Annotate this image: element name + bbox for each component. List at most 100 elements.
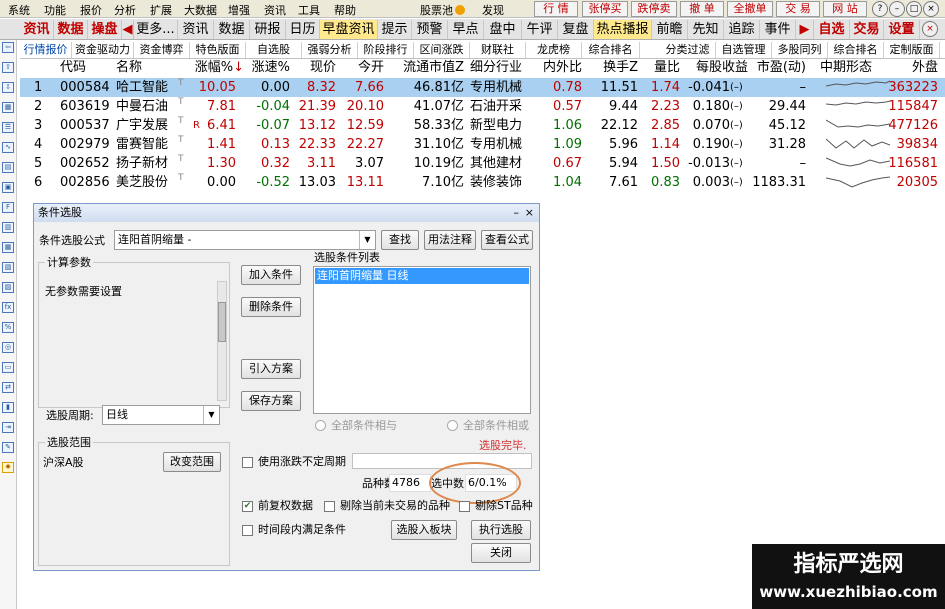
- nav-research[interactable]: 研报: [250, 20, 286, 39]
- table-row[interactable]: 5 002652 扬子新材 1.30 0.32 3.11 3.07 10.19亿 其他建材 0.6…: [20, 154, 945, 173]
- table-row[interactable]: 3 000537 广宇发展 6.41 -0.07 13.12 12.59 58.33亿 新型电力…: [20, 116, 945, 135]
- import-plan-button[interactable]: 引入方案: [241, 359, 301, 379]
- subtab-rank-2[interactable]: 综合排名: [828, 42, 884, 58]
- exchange-icon[interactable]: ⇄: [2, 382, 14, 393]
- filter-icon[interactable]: ▧: [2, 262, 14, 273]
- subtab-watchlist[interactable]: 自选股: [246, 42, 302, 58]
- menu-system[interactable]: 系统: [8, 2, 30, 18]
- table-row[interactable]: 1 000584 哈工智能 10.05 0.00 8.32 7.66 46.81亿 专用机械 0.…: [20, 78, 945, 97]
- add-condition-button[interactable]: 加入条件: [241, 265, 301, 285]
- period-dropdown-icon[interactable]: ▼: [203, 406, 219, 424]
- down-arrow-icon[interactable]: ⇩: [2, 82, 14, 93]
- chart-icon[interactable]: ∿: [2, 142, 14, 153]
- nav-tracking[interactable]: 追踪: [724, 20, 760, 39]
- menu-quote[interactable]: 报价: [80, 2, 102, 18]
- menu-help[interactable]: 帮助: [334, 2, 356, 18]
- subtab-cls[interactable]: 财联社: [470, 42, 526, 58]
- nav-noon-review[interactable]: 午评: [522, 20, 558, 39]
- interval-checkbox[interactable]: [242, 525, 253, 536]
- minimize-icon[interactable]: –: [889, 1, 905, 17]
- nav-prophet[interactable]: 先知: [688, 20, 724, 39]
- period-select[interactable]: 日线 ▼: [102, 405, 220, 425]
- formula-icon[interactable]: fx: [2, 302, 14, 313]
- nav-hot-broadcast[interactable]: 热点播报: [594, 20, 652, 39]
- nav-events[interactable]: 事件: [760, 20, 796, 39]
- cancel-order-button[interactable]: 撤 单: [680, 1, 724, 17]
- subtab-special-layout[interactable]: 特色版面: [190, 42, 246, 58]
- subtab-stage-rank[interactable]: 阶段排行: [358, 42, 414, 58]
- nav-tips[interactable]: 提示: [378, 20, 412, 39]
- dialog-titlebar[interactable]: 条件选股 – ×: [34, 204, 539, 222]
- nav-calendar[interactable]: 日历: [286, 20, 320, 39]
- nav-data[interactable]: 数据: [214, 20, 250, 39]
- quote-button[interactable]: 行 情: [534, 1, 578, 17]
- dialog-minimize-icon[interactable]: –: [514, 204, 520, 222]
- col-change-pct[interactable]: 涨幅%↓: [186, 58, 244, 77]
- subtab-watch-mgr[interactable]: 自选管理: [716, 42, 772, 58]
- menu-extend[interactable]: 扩展: [150, 2, 172, 18]
- menu-bigdata[interactable]: 大数据: [184, 2, 217, 18]
- params-scroll-thumb[interactable]: [218, 302, 226, 342]
- subtab-multi-stock[interactable]: 多股同列: [772, 42, 828, 58]
- nav-operate[interactable]: 操盘: [88, 20, 122, 39]
- discover-button[interactable]: 发现: [482, 2, 504, 18]
- nav-alert[interactable]: 预警: [412, 20, 448, 39]
- table-icon[interactable]: ▤: [2, 162, 14, 173]
- menu-info[interactable]: 资讯: [264, 2, 286, 18]
- website-button[interactable]: 网 站: [823, 1, 867, 17]
- limit-up-buy-button[interactable]: 张停买: [582, 1, 628, 17]
- prefq-checkbox[interactable]: ✔: [242, 501, 253, 512]
- subtab-dragon-tiger[interactable]: 龙虎榜: [526, 42, 582, 58]
- col-float-mcap[interactable]: 流通市值Z: [384, 58, 464, 77]
- subtab-range-change[interactable]: 区间涨跌: [414, 42, 470, 58]
- menu-enhance[interactable]: 增强: [228, 2, 250, 18]
- save-plan-button[interactable]: 保存方案: [241, 391, 301, 411]
- nav-outlook[interactable]: 前瞻: [652, 20, 688, 39]
- block-icon[interactable]: ▥: [2, 222, 14, 233]
- menu-analysis[interactable]: 分析: [114, 2, 136, 18]
- col-vol-ratio[interactable]: 量比: [638, 58, 680, 77]
- col-name[interactable]: 名称: [116, 58, 166, 77]
- nav-trade[interactable]: 交易: [850, 20, 884, 39]
- condition-list-item[interactable]: 连阳首阴缩量 日线: [315, 268, 529, 284]
- limit-down-sell-button[interactable]: 跌停卖: [631, 1, 677, 17]
- menu-tools[interactable]: 工具: [298, 2, 320, 18]
- usage-notes-button[interactable]: 用法注释: [424, 230, 476, 250]
- col-pe[interactable]: 市盈(动): [748, 58, 806, 77]
- nav-close-icon[interactable]: ×: [922, 21, 938, 37]
- help-icon[interactable]: ?: [872, 1, 888, 17]
- formula-dropdown-icon[interactable]: ▼: [359, 231, 375, 249]
- col-open[interactable]: 今开: [336, 58, 384, 77]
- grid-icon[interactable]: ▦: [2, 102, 14, 113]
- remove-st-checkbox[interactable]: [459, 501, 470, 512]
- run-screen-button[interactable]: 执行选股: [471, 520, 531, 540]
- cancel-all-button[interactable]: 全撤单: [727, 1, 773, 17]
- col-turnover[interactable]: 换手Z: [582, 58, 638, 77]
- nav-replay[interactable]: 复盘: [558, 20, 594, 39]
- col-inout-ratio[interactable]: 内外比: [534, 58, 582, 77]
- trade-button[interactable]: 交 易: [776, 1, 820, 17]
- nav-info[interactable]: 资讯: [178, 20, 214, 39]
- nav-info-red[interactable]: 资讯: [20, 20, 54, 39]
- col-eps[interactable]: 每股收益: [684, 58, 748, 77]
- nav-prev-arrow-icon[interactable]: ◀: [122, 20, 134, 39]
- close-button[interactable]: 关闭: [471, 543, 531, 563]
- view-formula-button[interactable]: 查看公式: [481, 230, 533, 250]
- subtab-strength[interactable]: 强弱分析: [302, 42, 358, 58]
- nav-data-red[interactable]: 数据: [54, 20, 88, 39]
- percent-icon[interactable]: %: [2, 322, 14, 333]
- col-code[interactable]: 代码: [60, 58, 100, 77]
- nav-morning-news[interactable]: 早盘资讯: [320, 20, 378, 39]
- calc-icon[interactable]: ▦: [2, 242, 14, 253]
- radio-or[interactable]: [447, 420, 458, 431]
- maximize-icon[interactable]: □: [906, 1, 922, 17]
- folder-icon[interactable]: ▭: [2, 362, 14, 373]
- tool-icon[interactable]: ✎: [2, 442, 14, 453]
- col-industry[interactable]: 细分行业: [470, 58, 536, 77]
- up-arrow-icon[interactable]: ⇧: [2, 62, 14, 73]
- subtab-custom-layout[interactable]: 定制版面: [884, 42, 940, 58]
- col-trend[interactable]: 中期形态: [820, 58, 888, 77]
- close-icon[interactable]: ×: [923, 1, 939, 17]
- col-outer[interactable]: 外盘: [888, 58, 938, 77]
- nav-more[interactable]: 更多...: [134, 20, 178, 39]
